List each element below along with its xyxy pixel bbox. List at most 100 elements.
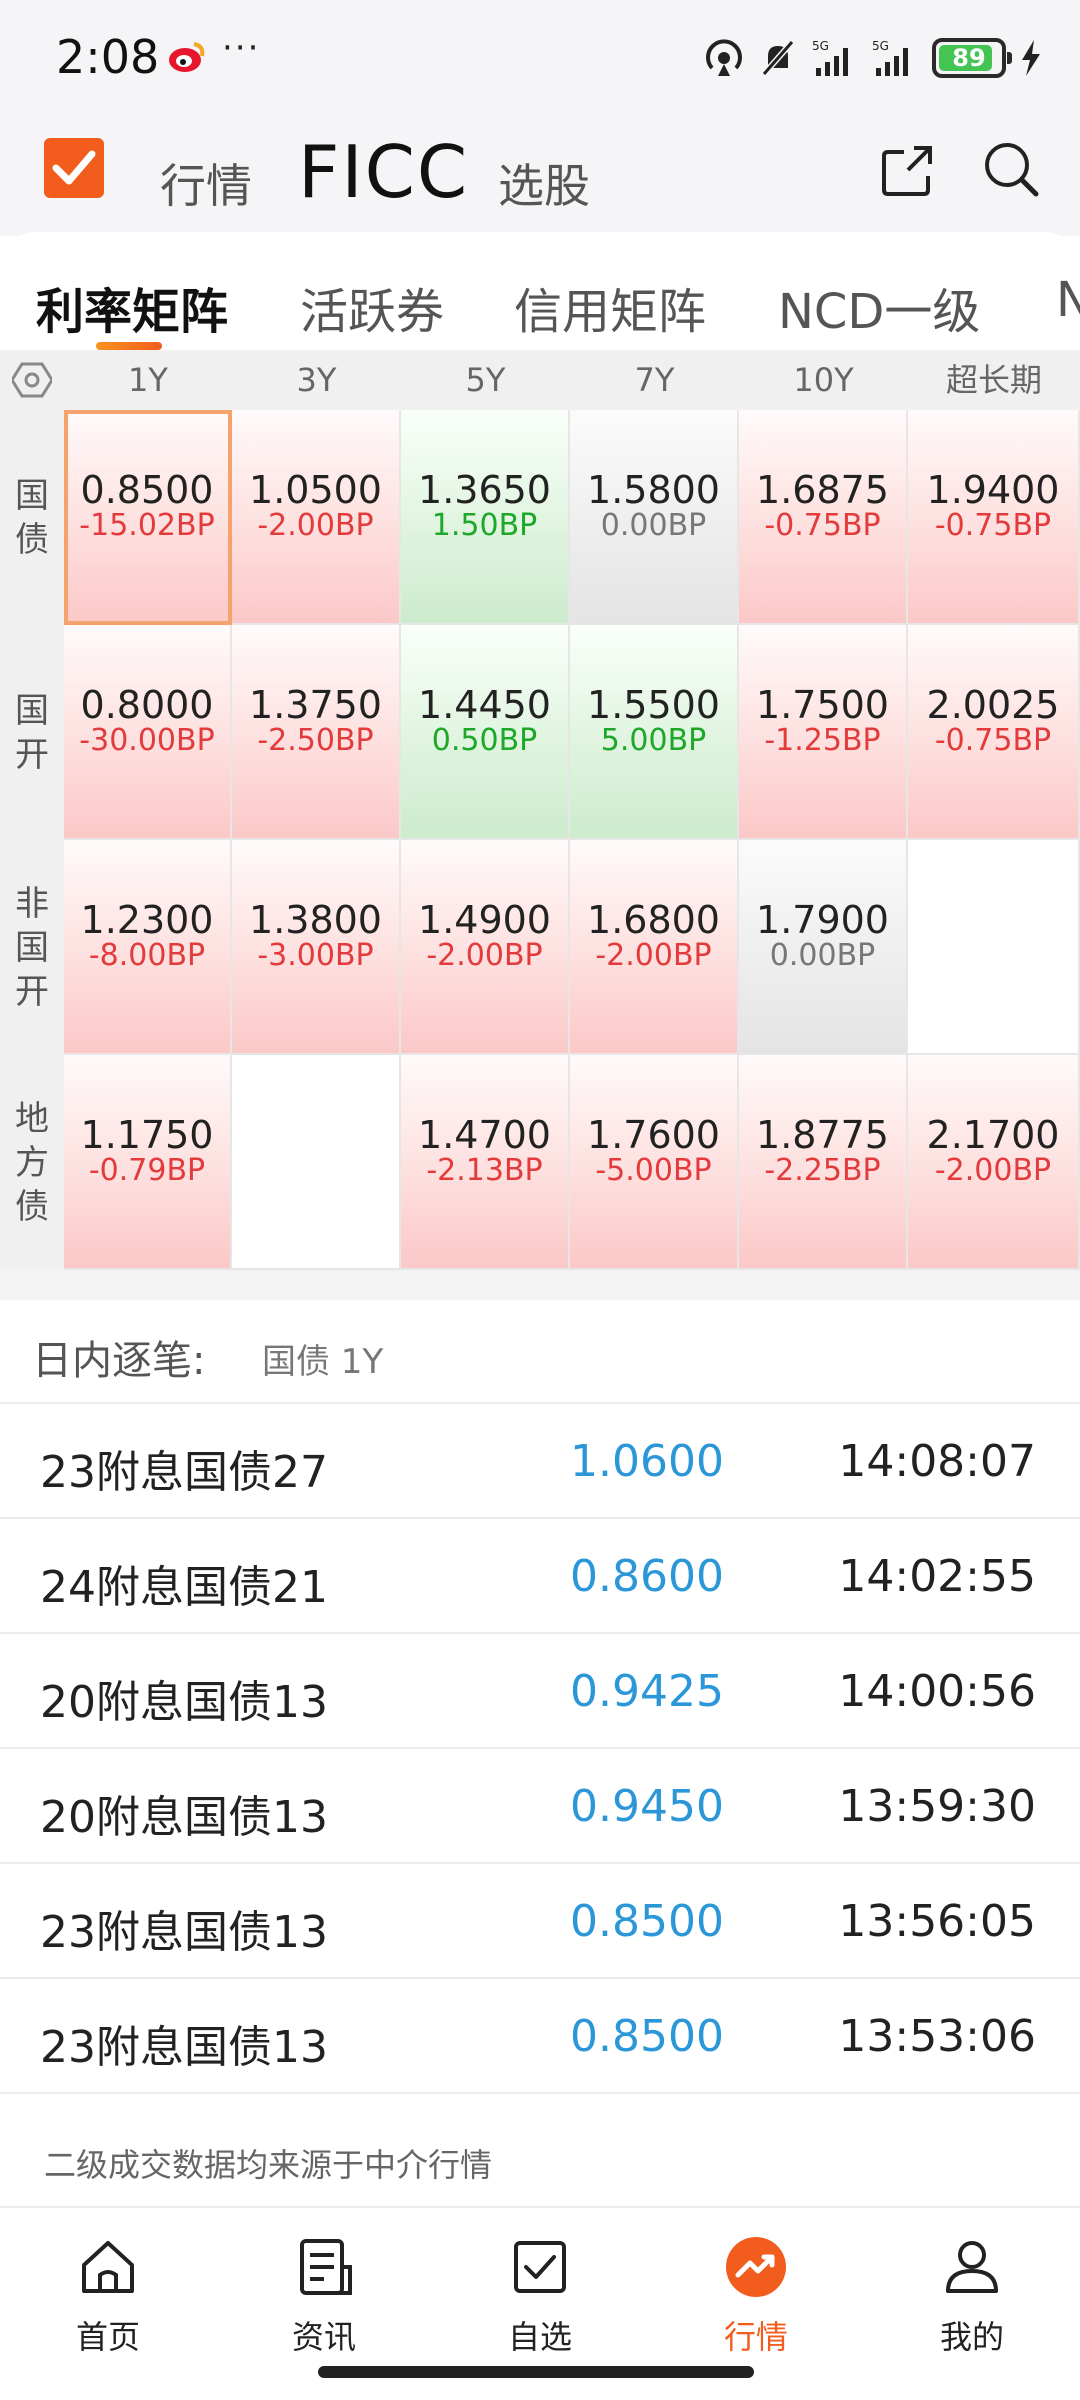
trade-row[interactable]: 24附息国债21 0.8600 14:02:55 (0, 1519, 1080, 1634)
bond-name: 20附息国债13 (40, 1677, 328, 1728)
status-icons: 5G 5G 89 (704, 32, 1042, 84)
nav-profile[interactable]: 我的 (902, 2232, 1042, 2358)
bond-name: 24附息国债21 (40, 1562, 328, 1613)
trade-row[interactable]: 23附息国债13 0.8500 13:56:05 (0, 1864, 1080, 1979)
cell-yield: 2.1700 (926, 1113, 1060, 1157)
col-header-3y: 3Y (296, 361, 337, 399)
trade-time: 14:00:56 (838, 1666, 1036, 1717)
matrix-cell-r2-7y[interactable]: 1.6800 -2.00BP (570, 840, 739, 1055)
app-header: 行情 FICC 选股 (0, 118, 1080, 236)
market-icon (686, 2232, 826, 2302)
cell-change: -8.00BP (88, 938, 206, 973)
cell-yield: 1.5800 (587, 468, 720, 512)
tab-more[interactable]: N (1056, 272, 1080, 328)
matrix-cell-r3-7y[interactable]: 1.7600 -5.00BP (570, 1055, 739, 1270)
charging-icon (1020, 40, 1042, 76)
matrix-cell-r1-1y[interactable]: 0.8000 -30.00BP (64, 625, 232, 840)
bond-name: 23附息国债13 (40, 2022, 328, 2073)
trade-time: 14:02:55 (838, 1551, 1036, 1602)
row-label-treasury: 国债 (0, 410, 64, 625)
cell-change: -0.75BP (934, 723, 1052, 758)
matrix-cell-r0-10y[interactable]: 1.6875 -0.75BP (739, 410, 908, 625)
cell-change: 0.00BP (769, 938, 876, 973)
share-icon[interactable] (878, 140, 938, 204)
matrix-cell-r2-3y[interactable]: 1.3800 -3.00BP (232, 840, 401, 1055)
col-header-ultra-long: 超长期 (945, 361, 1042, 399)
trade-time: 13:59:30 (838, 1781, 1036, 1832)
matrix-cell-r1-3y[interactable]: 1.3750 -2.50BP (232, 625, 401, 840)
cell-yield: 1.5500 (587, 683, 720, 727)
tab-ncd-primary[interactable]: NCD一级 (778, 272, 980, 342)
tab-rate-matrix[interactable]: 利率矩阵 (36, 272, 228, 342)
row-label-cdb: 国开 (0, 625, 64, 840)
cell-change: -15.02BP (79, 508, 215, 543)
matrix-cell-r1-5y[interactable]: 1.4450 0.50BP (401, 625, 570, 840)
trade-yield: 0.8500 (570, 2011, 724, 2062)
nav-ficc[interactable]: FICC (298, 130, 469, 214)
matrix-cell-r0-ultra-long[interactable]: 1.9400 -0.75BP (908, 410, 1080, 625)
app-logo-icon[interactable] (44, 138, 104, 198)
col-header-5y: 5Y (465, 361, 506, 399)
search-icon[interactable] (980, 138, 1042, 204)
tab-active-bonds[interactable]: 活跃券 (300, 272, 444, 342)
more-notifications-icon: ··· (222, 28, 261, 68)
trade-row[interactable]: 23附息国债13 0.8500 13:53:06 (0, 1979, 1080, 2094)
trade-row[interactable]: 23附息国债27 1.0600 14:08:07 (0, 1404, 1080, 1519)
matrix-cell-r0-5y[interactable]: 1.3650 1.50BP (401, 410, 570, 625)
nav-market-active[interactable]: 行情 (686, 2232, 826, 2358)
cell-change: -2.00BP (257, 508, 374, 543)
matrix-cell-r3-5y[interactable]: 1.4700 -2.13BP (401, 1055, 570, 1270)
intraday-header: 日内逐笔: 国债 1Y (0, 1300, 1080, 1404)
tab-credit-matrix[interactable]: 信用矩阵 (514, 272, 706, 342)
nav-market[interactable]: 行情 (160, 150, 252, 216)
nav-stock-picker[interactable]: 选股 (498, 150, 590, 216)
news-icon (254, 2232, 394, 2302)
matrix-cell-r0-7y[interactable]: 1.5800 0.00BP (570, 410, 739, 625)
bond-name: 20附息国债13 (40, 1792, 328, 1843)
cell-yield: 1.4700 (418, 1113, 551, 1157)
matrix-cell-r1-ultra-long[interactable]: 2.0025 -0.75BP (908, 625, 1080, 840)
matrix-cell-r2-ultra-long (908, 840, 1080, 1055)
section-divider (0, 1270, 1080, 1300)
cell-change: -1.25BP (764, 723, 881, 758)
matrix-cell-r3-ultra-long[interactable]: 2.1700 -2.00BP (908, 1055, 1080, 1270)
matrix-cell-r1-7y[interactable]: 1.5500 5.00BP (570, 625, 739, 840)
intraday-selection: 国债 1Y (262, 1342, 384, 1382)
settings-icon[interactable] (10, 362, 54, 402)
cell-change: -30.00BP (79, 723, 215, 758)
cell-yield: 1.6875 (756, 468, 889, 512)
nav-watchlist[interactable]: 自选 (470, 2232, 610, 2358)
matrix-cell-r3-10y[interactable]: 1.8775 -2.25BP (739, 1055, 908, 1270)
row-label-local-gov: 地方债 (0, 1055, 64, 1270)
matrix-cell-r3-1y[interactable]: 1.1750 -0.79BP (64, 1055, 232, 1270)
trade-row[interactable]: 20附息国债13 0.9425 14:00:56 (0, 1634, 1080, 1749)
bond-name: 23附息国债13 (40, 1907, 328, 1958)
svg-text:5G: 5G (872, 39, 889, 53)
cell-yield: 1.1750 (80, 1113, 214, 1157)
matrix-cell-r2-10y[interactable]: 1.7900 0.00BP (739, 840, 908, 1055)
weibo-icon (168, 40, 206, 74)
cell-yield: 1.7600 (587, 1113, 720, 1157)
trade-time: 13:56:05 (838, 1896, 1036, 1947)
cell-yield: 1.7500 (756, 683, 889, 727)
cell-change: -0.79BP (88, 1153, 206, 1188)
trade-yield: 1.0600 (570, 1436, 724, 1487)
matrix-cell-r3-3y (232, 1055, 401, 1270)
matrix-cell-r1-10y[interactable]: 1.7500 -1.25BP (739, 625, 908, 840)
nav-home[interactable]: 首页 (38, 2232, 178, 2358)
nav-news[interactable]: 资讯 (254, 2232, 394, 2358)
trade-row[interactable]: 20附息国债13 0.9450 13:59:30 (0, 1749, 1080, 1864)
cell-change: -0.75BP (764, 508, 881, 543)
matrix-cell-r0-3y[interactable]: 1.0500 -2.00BP (232, 410, 401, 625)
trade-time: 14:08:07 (838, 1436, 1036, 1487)
matrix-cell-r0-1y[interactable]: 0.8500 -15.02BP (64, 410, 232, 625)
home-icon (38, 2232, 178, 2302)
matrix-cell-r2-5y[interactable]: 1.4900 -2.00BP (401, 840, 570, 1055)
col-header-7y: 7Y (634, 361, 675, 399)
battery-icon: 89 (932, 38, 1012, 78)
tab-active-indicator (96, 342, 162, 350)
watchlist-icon (470, 2232, 610, 2302)
cell-yield: 1.0500 (249, 468, 382, 512)
matrix-cell-r2-1y[interactable]: 1.2300 -8.00BP (64, 840, 232, 1055)
bell-muted-icon (758, 38, 798, 78)
